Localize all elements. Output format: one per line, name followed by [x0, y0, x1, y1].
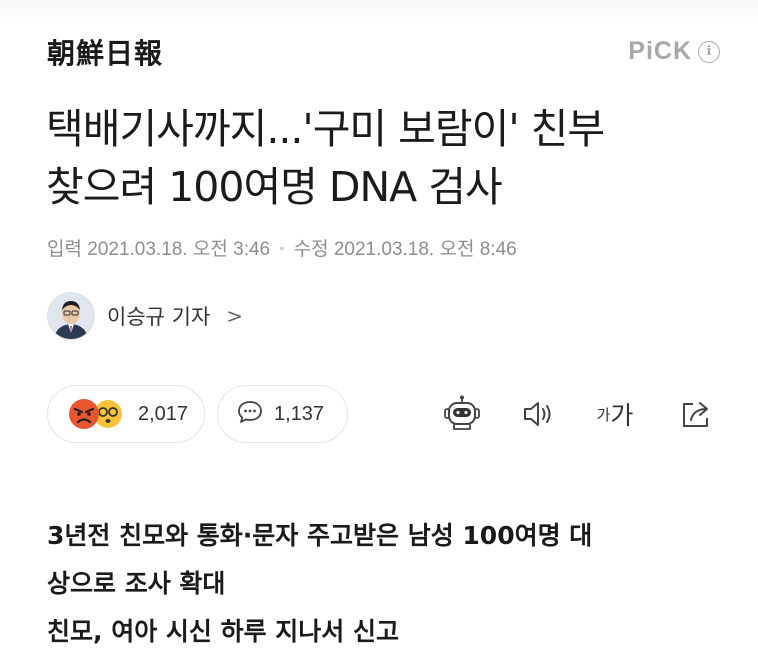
summary-line-1: 3년전 친모와 통화·문자 주고받은 남성 100여명 대	[47, 521, 593, 550]
info-icon[interactable]: i	[698, 40, 720, 63]
summary-line-3: 친모, 여아 시신 하루 지나서 신고	[47, 617, 400, 646]
reporter-name: 이승규 기자	[107, 305, 211, 329]
pick-label: PiCK	[628, 37, 692, 65]
share-icon[interactable]	[676, 393, 716, 435]
article-toolbar: 가가	[440, 393, 720, 435]
top-bar: 朝鮮日報 PiCK i	[0, 0, 758, 100]
angry-face-icon	[69, 399, 99, 429]
reaction-button[interactable]: 2,017	[47, 385, 205, 443]
reporter-link[interactable]: 이승규 기자 >	[47, 292, 243, 340]
published-date: 2021.03.18. 오전 3:46	[87, 239, 271, 260]
meta-separator: •	[279, 240, 285, 256]
article-headline: 택배기사까지...'구미 보람이' 친부 찾으려 100여명 DNA 검사	[46, 100, 726, 216]
reaction-count: 2,017	[138, 402, 189, 425]
font-size-icon[interactable]: 가가	[592, 393, 638, 435]
newspaper-logo[interactable]: 朝鮮日報	[47, 32, 163, 72]
robot-summary-icon[interactable]	[440, 393, 484, 435]
reporter-avatar	[47, 292, 95, 340]
speaker-icon[interactable]	[520, 393, 560, 435]
chevron-right-icon: >	[226, 304, 244, 328]
published-label: 입력	[47, 239, 82, 260]
article-summary: 3년전 친모와 통화·문자 주고받은 남성 100여명 대 상으로 조사 확대 …	[47, 512, 737, 656]
summary-line-2: 상으로 조사 확대	[47, 569, 226, 598]
font-small-glyph: 가	[596, 405, 611, 424]
updated-label: 수정	[293, 239, 329, 260]
comment-button[interactable]: 1,137	[217, 385, 348, 443]
headline-line-2: 찾으려 100여명 DNA 검사	[46, 163, 503, 211]
pick-badge[interactable]: PiCK i	[628, 37, 720, 66]
comment-count: 1,137	[274, 402, 325, 425]
updated-date: 2021.03.18. 오전 8:46	[333, 239, 517, 260]
article-meta: 입력 2021.03.18. 오전 3:46 • 수정 2021.03.18. …	[47, 234, 517, 261]
reaction-emojis	[66, 396, 128, 432]
headline-line-1: 택배기사까지...'구미 보람이' 친부	[46, 105, 605, 153]
comment-icon	[236, 398, 264, 430]
font-big-glyph: 가	[610, 401, 634, 430]
